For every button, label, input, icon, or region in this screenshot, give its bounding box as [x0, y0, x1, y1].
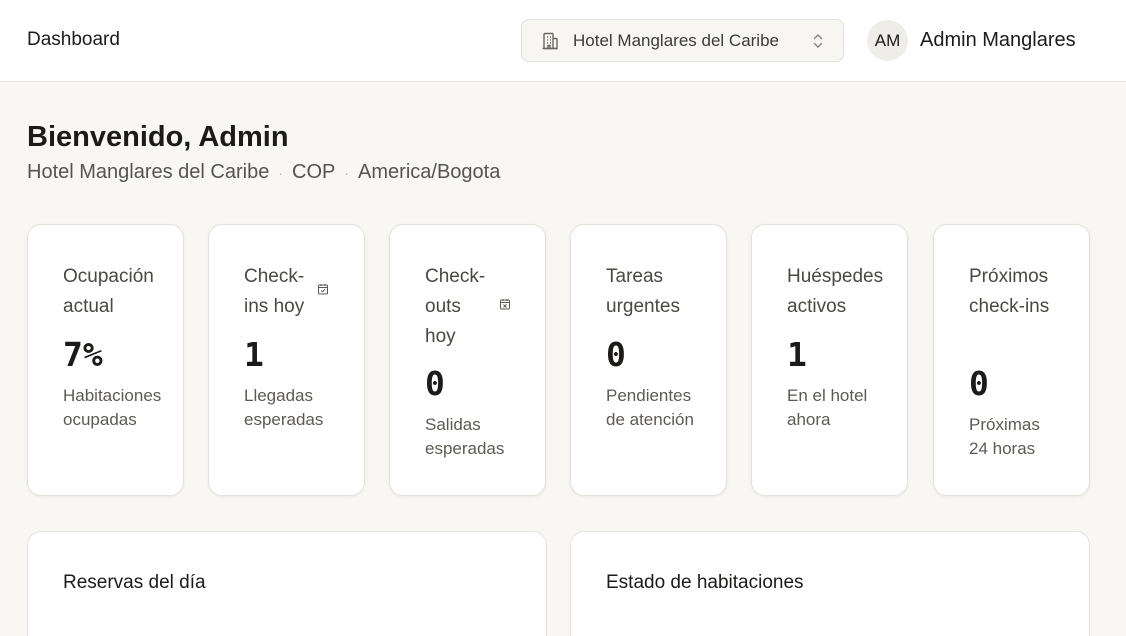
stat-card-checkins: Check-ins hoy 1 Llegadas esperadas: [208, 224, 365, 496]
hotel-selector-value: Hotel Manglares del Caribe: [573, 30, 779, 50]
stat-card-value: 1: [244, 335, 264, 374]
page-title: Dashboard: [27, 29, 120, 50]
stat-card-subtitle: Llegadas esperadas: [244, 386, 324, 429]
stat-card-value: 1: [787, 335, 807, 374]
hotel-meta: Hotel Manglares del Caribe · COP · Ameri…: [27, 161, 500, 184]
stat-card-title: Check-outs hoy: [425, 266, 486, 347]
stat-card-title: Ocupación actual: [63, 266, 154, 317]
stat-card-proximos: Próximos check-ins 0 Próximas 24 horas: [933, 224, 1090, 496]
stat-card-title: Check-ins hoy: [244, 266, 305, 317]
stat-card-huespedes: Huéspedes activos 1 En el hotel ahora: [751, 224, 908, 496]
calendar-check-icon: [318, 284, 328, 295]
stat-card-ocupacion: Ocupación actual 7% Habitaciones ocupada…: [27, 224, 184, 496]
chevrons-up-down-icon: [813, 33, 823, 48]
stat-card-subtitle: Salidas esperadas: [425, 415, 505, 458]
stat-card-subtitle: En el hotel ahora: [787, 386, 868, 429]
panel-habitaciones: Estado de habitaciones: [570, 531, 1090, 636]
stat-card-subtitle: Pendientes de atención: [606, 386, 694, 429]
panel-reservas: Reservas del día: [27, 531, 547, 636]
meta-timezone: America/Bogota: [358, 161, 501, 183]
stat-card-title: Huéspedes activos: [787, 266, 884, 317]
panel-title: Estado de habitaciones: [606, 572, 804, 593]
top-bar: Dashboard Hotel Manglares del Caribe AM …: [0, 0, 1126, 82]
stat-card-title: Tareas urgentes: [606, 266, 680, 317]
meta-currency: COP: [292, 161, 336, 183]
meta-separator: ·: [344, 164, 350, 181]
meta-separator: ·: [278, 164, 284, 181]
stat-card-title: Próximos check-ins: [969, 266, 1050, 317]
calendar-x-icon: [500, 299, 510, 310]
building-icon: [542, 32, 558, 49]
hotel-selector[interactable]: Hotel Manglares del Caribe: [521, 19, 844, 62]
stat-card-value: 0: [425, 364, 445, 403]
stat-card-subtitle: Próximas 24 horas: [969, 415, 1040, 458]
stat-card-tareas: Tareas urgentes 0 Pendientes de atención: [570, 224, 727, 496]
panel-title: Reservas del día: [63, 572, 206, 593]
stat-card-value: 0: [969, 364, 989, 403]
avatar[interactable]: AM: [867, 20, 908, 61]
user-name[interactable]: Admin Manglares: [920, 29, 1076, 52]
meta-hotel: Hotel Manglares del Caribe: [27, 161, 270, 183]
stat-card-checkouts: Check-outs hoy 0 Salidas esperadas: [389, 224, 546, 496]
welcome-heading: Bienvenido, Admin: [27, 121, 289, 153]
stat-card-subtitle: Habitaciones ocupadas: [63, 386, 162, 429]
stat-card-value: 7%: [63, 335, 103, 374]
stat-card-value: 0: [606, 335, 626, 374]
